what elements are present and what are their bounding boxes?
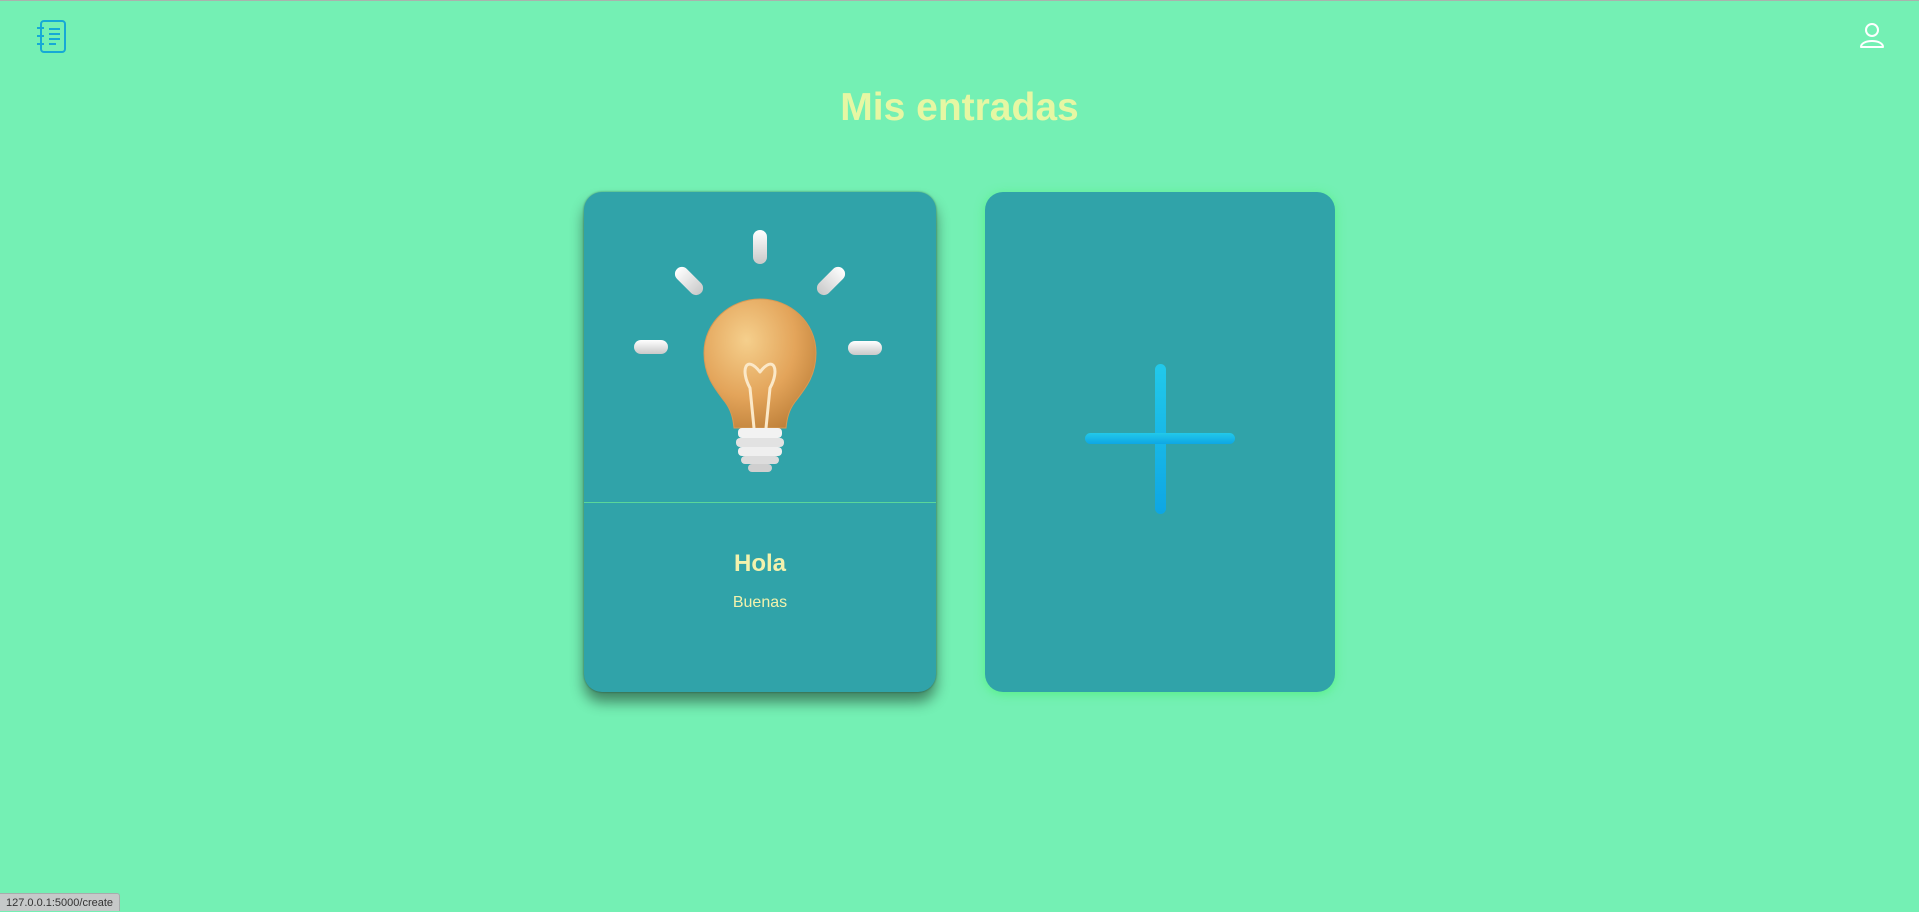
card-divider — [584, 502, 936, 503]
entry-subtitle: Buenas — [732, 594, 788, 611]
user-icon[interactable] — [1858, 21, 1886, 49]
plus-icon — [1085, 364, 1235, 514]
entry-card[interactable]: Hola Buenas — [584, 192, 936, 692]
journal-logo-icon[interactable] — [36, 19, 68, 55]
add-entry-card[interactable] — [985, 192, 1335, 692]
entry-title: Hola — [733, 550, 786, 577]
lightbulb-icon — [584, 192, 936, 502]
status-bar-url: 127.0.0.1:5000/create — [0, 893, 121, 911]
window-top-border — [0, 0, 1919, 1]
page-title: Mis entradas — [840, 86, 1079, 129]
